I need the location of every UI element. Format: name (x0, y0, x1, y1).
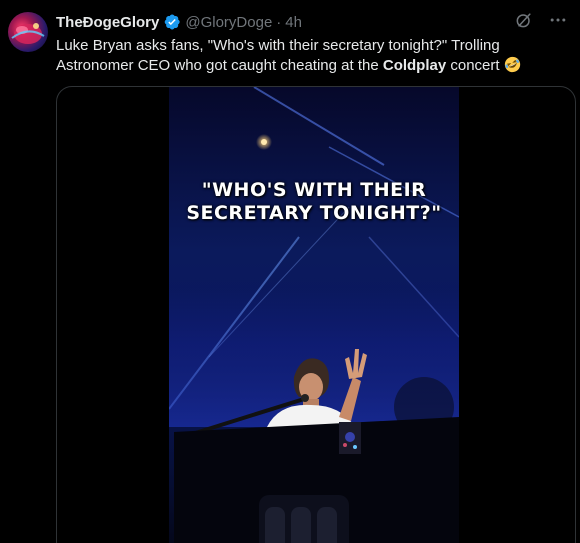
top-actions (514, 10, 568, 30)
verified-badge-icon (163, 13, 181, 31)
video-player[interactable]: "WHO'S WITH THEIR SECRETARY TONIGHT?" (169, 87, 459, 543)
video-media[interactable]: "WHO'S WITH THEIR SECRETARY TONIGHT?" (56, 86, 576, 543)
concert-scene (169, 87, 459, 543)
tweet-card[interactable]: TheĐogeGlory @GloryDoge · 4h Luke Bryan … (0, 0, 580, 543)
tweet-text-after: concert (446, 57, 500, 74)
video-caption-line-1: "WHO'S WITH THEIR (201, 179, 427, 201)
display-name[interactable]: TheĐogeGlory (56, 14, 159, 31)
timestamp[interactable]: 4h (285, 14, 302, 31)
separator-dot: · (276, 13, 282, 31)
video-caption: "WHO'S WITH THEIR SECRETARY TONIGHT?" (169, 179, 459, 225)
avatar[interactable] (8, 12, 48, 52)
tweet-text: Luke Bryan asks fans, "Who's with their … (56, 36, 561, 76)
user-handle[interactable]: @GloryDoge (185, 14, 272, 31)
more-options-icon[interactable] (548, 10, 568, 30)
grok-icon[interactable] (514, 10, 534, 30)
rolling-on-floor-laughing-emoji-icon (504, 56, 521, 73)
tweet-text-bold[interactable]: Coldplay (383, 57, 446, 74)
tweet-header: TheĐogeGlory @GloryDoge · 4h (56, 12, 302, 32)
video-caption-line-2: SECRETARY TONIGHT?" (186, 202, 442, 224)
